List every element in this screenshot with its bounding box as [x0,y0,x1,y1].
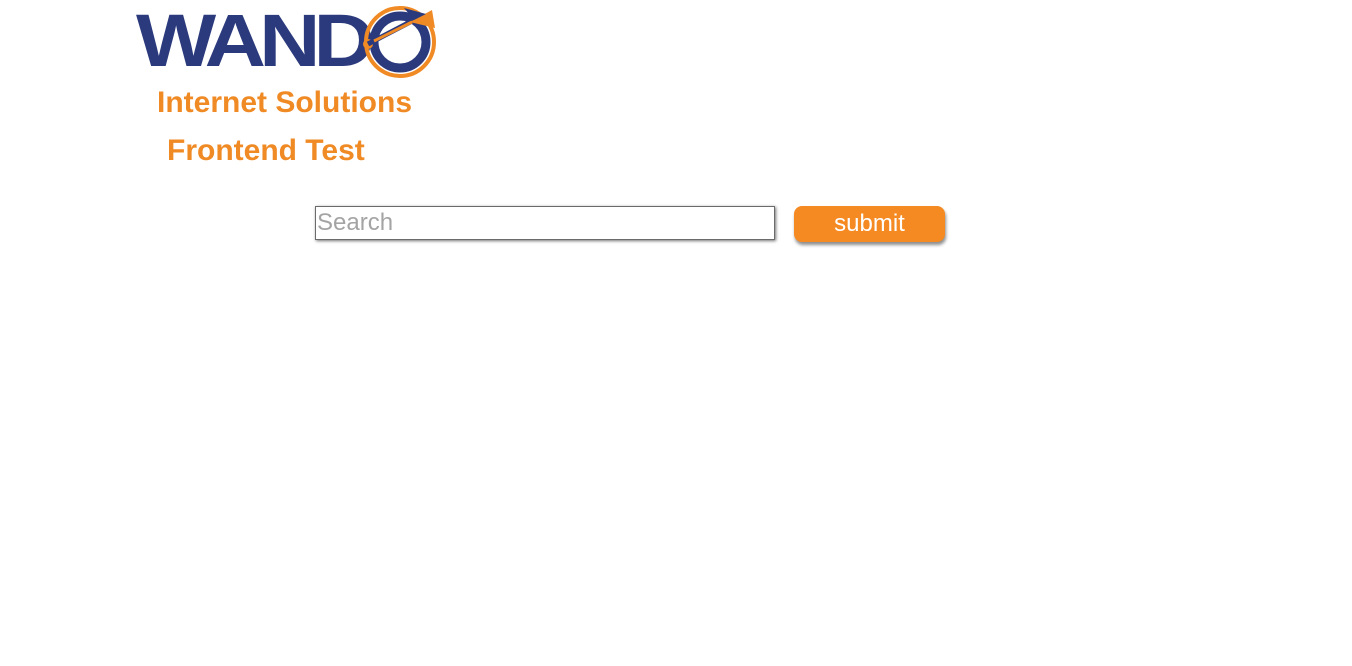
submit-button[interactable]: submit [794,206,945,242]
brand-tagline: Internet Solutions [157,86,412,119]
search-input[interactable] [315,206,775,240]
page: WAND Internet Solutions Frontend Test su… [0,0,1352,666]
brand-logo: WAND [136,0,440,82]
dart-target-icon [363,6,436,78]
page-title: Frontend Test [167,134,365,167]
svg-text:WAND: WAND [136,0,372,82]
wando-logo-graphic: WAND [136,0,436,82]
